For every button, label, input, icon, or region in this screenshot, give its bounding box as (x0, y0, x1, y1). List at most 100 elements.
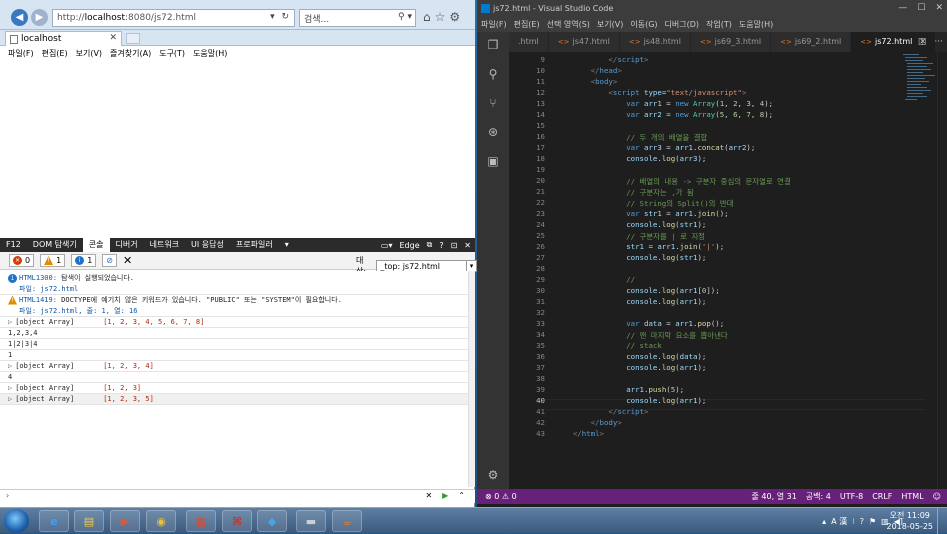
extensions-icon[interactable]: ▣ (486, 154, 500, 168)
show-desktop-button[interactable] (937, 508, 947, 534)
menu-help[interactable]: 도움말(H) (193, 48, 227, 59)
feedback-icon[interactable]: ☺ (933, 489, 941, 504)
log-line[interactable]: ▷ [object Array] [1, 2, 3, 4] (0, 361, 468, 372)
editor-tab[interactable]: <> js48.html (619, 32, 691, 52)
expand-icon[interactable]: ▷ (8, 395, 12, 403)
indentation[interactable]: 공백: 4 (806, 489, 831, 504)
ie-taskbar-icon[interactable]: e (39, 510, 69, 532)
pdf-taskbar-icon[interactable]: ⌘ (222, 510, 252, 532)
menu-view[interactable]: 보기(V) (597, 19, 623, 30)
menu-tasks[interactable]: 작업(T) (706, 19, 732, 30)
expand-input-icon[interactable]: ⌃ (458, 491, 465, 500)
search-icon[interactable]: ⚲ (486, 67, 500, 81)
info-filter[interactable]: i1 (71, 254, 97, 267)
devtools-tab-f12[interactable]: F12 (0, 238, 27, 252)
app-taskbar-icon[interactable]: ▦ (186, 510, 216, 532)
undock-icon[interactable]: ⊡ (451, 241, 458, 250)
menu-help[interactable]: 도움말(H) (739, 19, 773, 30)
menu-favorites[interactable]: 즐겨찾기(A) (110, 48, 151, 59)
cmd-taskbar-icon[interactable]: ▬ (296, 510, 326, 532)
minimap[interactable] (899, 52, 937, 112)
message-file-link[interactable]: 파일: js72.html, 줄: 1, 열: 16 (19, 307, 137, 315)
devtools-more-tabs[interactable]: ▾ (279, 238, 295, 252)
back-button[interactable]: ◀ (11, 9, 28, 26)
errors-filter[interactable]: ✕ 0 (9, 254, 35, 267)
message-file-link[interactable]: 파일: js72.html (19, 285, 78, 293)
vscode-taskbar-icon[interactable]: ◆ (257, 510, 287, 532)
menu-view[interactable]: 보기(V) (76, 48, 102, 59)
devtools-tab-network[interactable]: 네트워크 (144, 238, 185, 252)
explorer-taskbar-icon[interactable]: ▤ (74, 510, 104, 532)
expand-icon[interactable]: ▷ (8, 362, 12, 370)
start-button[interactable] (4, 509, 29, 533)
menu-file[interactable]: 파일(F) (481, 19, 507, 30)
minimize-icon[interactable]: — (898, 0, 907, 17)
log-filter-icon[interactable]: ⊘ (102, 254, 117, 267)
editor-scrollbar[interactable] (937, 52, 947, 489)
run-icon[interactable]: ▶ (442, 491, 448, 500)
search-icon[interactable]: ⚲ ▾ (398, 12, 412, 22)
help-icon[interactable]: ? (439, 241, 443, 250)
menu-edit[interactable]: 편집(E) (42, 48, 68, 59)
emulation-mode[interactable]: Edge (399, 241, 419, 250)
more-actions-icon[interactable]: ··· (934, 37, 943, 47)
tray-arrow-icon[interactable]: ▴ (822, 517, 826, 526)
problems-indicator[interactable]: ⊗ 0 ⚠ 0 (485, 489, 517, 504)
editor-tab[interactable]: .html (509, 32, 549, 52)
forward-button[interactable]: ▶ (31, 9, 48, 26)
expand-icon[interactable]: ▷ (8, 318, 12, 326)
menu-selection[interactable]: 선택 영역(S) (547, 19, 590, 30)
console-scrollbar[interactable] (468, 271, 475, 487)
clear-input-icon[interactable]: ✕ (425, 491, 432, 500)
split-editor-icon[interactable]: ◫ (918, 37, 927, 47)
source-control-icon[interactable]: ⑂ (486, 96, 500, 110)
expand-icon[interactable]: ▷ (8, 384, 12, 392)
devtools-tab-debugger[interactable]: 디버거 (110, 238, 144, 252)
device-icon[interactable]: ▭▾ (381, 241, 393, 250)
dock-icon[interactable]: ⧉ (427, 240, 433, 250)
menu-edit[interactable]: 편집(E) (514, 19, 540, 30)
devtools-tab-dom[interactable]: DOM 탐색기 (27, 238, 83, 252)
settings-gear-icon[interactable]: ⚙ (486, 468, 500, 482)
address-bar[interactable]: http://localhost:8080/js72.html ▾ ↻ (52, 9, 295, 27)
explorer-icon[interactable]: ❐ (486, 38, 500, 52)
menu-file[interactable]: 파일(F) (8, 48, 34, 59)
line-ending[interactable]: CRLF (872, 489, 892, 504)
log-line[interactable]: ▷ [object Array] [1, 2, 3] (0, 383, 468, 394)
close-icon[interactable]: ✕ (935, 0, 943, 17)
code-editor[interactable]: 9 </script> 10 </head> 11 <body> 12 <scr… (509, 52, 947, 489)
debug-icon[interactable]: ⊛ (486, 125, 500, 139)
ie-tab[interactable]: localhost ✕ (5, 31, 122, 46)
console-input[interactable]: › ✕ ▶ ⌃ (0, 489, 475, 503)
close-devtools-icon[interactable]: ✕ (464, 241, 471, 250)
close-icon[interactable]: ✕ (109, 33, 117, 43)
search-input[interactable]: 검색... ⚲ ▾ (299, 9, 416, 27)
chrome-taskbar-icon[interactable]: ◉ (146, 510, 176, 532)
clear-console-icon[interactable]: ✕ (123, 254, 132, 267)
media-player-taskbar-icon[interactable]: ▶ (110, 510, 140, 532)
devtools-tab-ui[interactable]: UI 응답성 (185, 238, 230, 252)
devtools-tab-profiler[interactable]: 프로파일러 (230, 238, 279, 252)
editor-tab[interactable]: <> js69_3.html (690, 32, 772, 52)
encoding[interactable]: UTF-8 (840, 489, 863, 504)
editor-tab[interactable]: <> js47.html (548, 32, 620, 52)
language-mode[interactable]: HTML (901, 489, 923, 504)
help-icon[interactable]: ? (860, 517, 864, 526)
editor-tab[interactable]: <> js69_2.html (771, 32, 852, 52)
menu-debug[interactable]: 디버그(D) (665, 19, 699, 30)
ie-toolbar-icons[interactable]: ⌂☆⚙ (423, 10, 464, 24)
clock[interactable]: 오전 11:09 2018-05-25 (887, 510, 934, 532)
menu-tools[interactable]: 도구(T) (159, 48, 185, 59)
log-line[interactable]: ▷ [object Array] [1, 2, 3, 4, 5, 6, 7, 8] (0, 317, 468, 328)
ime-settings-icon[interactable]: ⁝ (852, 517, 855, 526)
devtools-tab-console[interactable]: 콘솔 (82, 238, 110, 252)
flag-icon[interactable]: ⚑ (869, 517, 876, 526)
java-taskbar-icon[interactable]: ☕ (332, 510, 362, 532)
maximize-icon[interactable]: ☐ (917, 0, 925, 17)
menu-go[interactable]: 이동(G) (630, 19, 657, 30)
warnings-filter[interactable]: ! 1 (40, 254, 66, 267)
refresh-icon[interactable]: ▾ ↻ (270, 12, 291, 22)
ime-indicator[interactable]: A 漢 (831, 516, 847, 527)
log-line[interactable]: ▷ [object Array] [1, 2, 3, 5] (0, 394, 468, 405)
new-tab-button[interactable] (126, 33, 140, 44)
